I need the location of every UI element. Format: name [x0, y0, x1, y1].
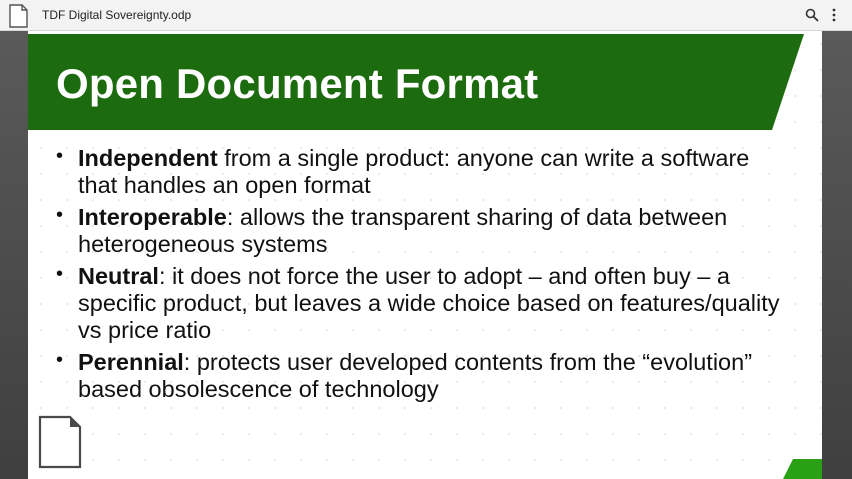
bullet-keyword: Neutral	[78, 263, 159, 289]
slide-title: Open Document Format	[56, 60, 539, 107]
bullet-keyword: Interoperable	[78, 204, 227, 230]
bullet-item: • Independent from a single product: anyo…	[50, 145, 790, 199]
top-bar: TDF Digital Sovereignty.odp	[0, 0, 852, 31]
document-icon	[9, 4, 28, 28]
bullet-dot: •	[56, 204, 64, 226]
bullet-list: • Independent from a single product: anyo…	[50, 145, 790, 408]
corner-accent	[783, 459, 822, 479]
viewer-left-margin	[0, 31, 28, 479]
bullet-dot: •	[56, 145, 64, 167]
bullet-dot: •	[56, 349, 64, 371]
title-banner: Open Document Format	[28, 34, 822, 130]
bullet-keyword: Independent	[78, 145, 218, 171]
file-title: TDF Digital Sovereignty.odp	[42, 8, 192, 22]
more-vert-icon[interactable]	[829, 8, 839, 22]
bullet-item: • Interoperable: allows the transparent s…	[50, 204, 790, 258]
bullet-dot: •	[56, 263, 64, 285]
viewer-right-margin	[822, 31, 852, 479]
bullet-item: • Neutral: it does not force the user to …	[50, 263, 790, 344]
libreoffice-impress-logo-icon	[38, 415, 82, 469]
slide-canvas: Open Document Format • Independent from a…	[28, 31, 822, 479]
bullet-item: • Perennial: protects user developed cont…	[50, 349, 790, 403]
bullet-text: : it does not force the user to adopt – …	[78, 263, 780, 343]
search-icon[interactable]	[805, 8, 819, 22]
bullet-keyword: Perennial	[78, 349, 184, 375]
